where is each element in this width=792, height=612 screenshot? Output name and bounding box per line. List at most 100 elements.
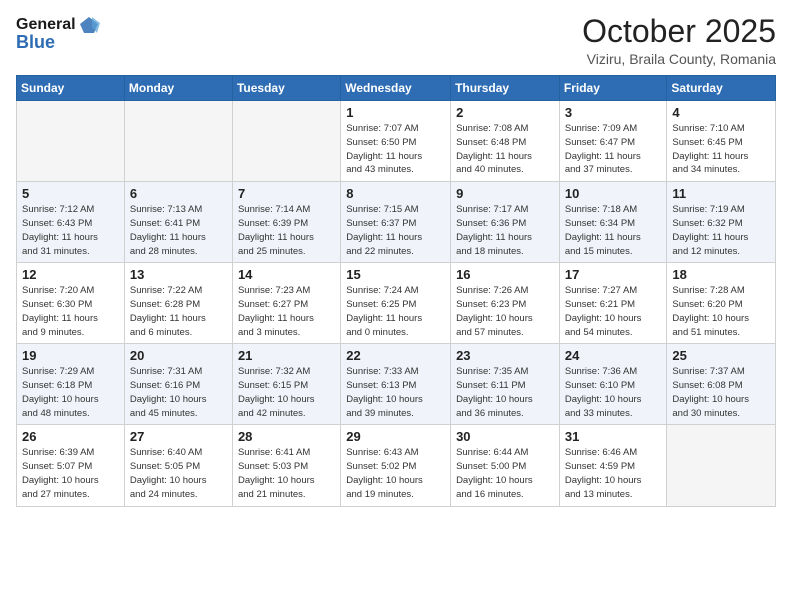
day-cell-2-6: 18Sunrise: 7:28 AM Sunset: 6:20 PM Dayli…: [667, 263, 776, 344]
header-saturday: Saturday: [667, 76, 776, 101]
day-number: 14: [238, 267, 335, 282]
day-info: Sunrise: 7:31 AM Sunset: 6:16 PM Dayligh…: [130, 365, 227, 420]
day-cell-1-5: 10 Sunrise: 7:18 AM Sunset: 6:34 PM Dayli…: [559, 182, 667, 263]
day-info: Sunrise: 7:22 AM Sunset: 6:28 PM Dayligh…: [130, 284, 227, 339]
day-cell-4-5: 31 Sunrise: 6:46 AM Sunset: 4:59 PM Dayli…: [559, 425, 667, 506]
calendar: Sunday Monday Tuesday Wednesday Thursday…: [16, 75, 776, 506]
day-cell-4-4: 30 Sunrise: 6:44 AM Sunset: 5:00 PM Dayli…: [451, 425, 560, 506]
day-number: 7: [238, 186, 335, 201]
day-cell-2-2: 14 Sunrise: 7:23 AM Sunset: 6:27 PM Dayli…: [232, 263, 340, 344]
day-info: Sunrise: 7:13 AM Sunset: 6:41 PM Dayligh…: [130, 203, 227, 258]
day-cell-1-1: 6 Sunrise: 7:13 AM Sunset: 6:41 PM Daylig…: [124, 182, 232, 263]
day-info: Sunrise: 7:12 AM Sunset: 6:43 PM Dayligh…: [22, 203, 119, 258]
day-number: 25: [672, 348, 770, 363]
day-cell-1-6: 11 Sunrise: 7:19 AM Sunset: 6:32 PM Dayli…: [667, 182, 776, 263]
day-cell-0-4: 2 Sunrise: 7:08 AM Sunset: 6:48 PM Daylig…: [451, 101, 560, 182]
day-cell-2-0: 12 Sunrise: 7:20 AM Sunset: 6:30 PM Dayli…: [17, 263, 125, 344]
week-row-1: 5 Sunrise: 7:12 AM Sunset: 6:43 PM Daylig…: [17, 182, 776, 263]
day-number: 27: [130, 429, 227, 444]
day-info: Sunrise: 7:29 AM Sunset: 6:18 PM Dayligh…: [22, 365, 119, 420]
day-info: Sunrise: 7:32 AM Sunset: 6:15 PM Dayligh…: [238, 365, 335, 420]
day-number: 12: [22, 267, 119, 282]
day-info: Sunrise: 7:14 AM Sunset: 6:39 PM Dayligh…: [238, 203, 335, 258]
day-number: 6: [130, 186, 227, 201]
location: Viziru, Braila County, Romania: [582, 51, 776, 67]
day-number: 1: [346, 105, 445, 120]
day-cell-1-2: 7 Sunrise: 7:14 AM Sunset: 6:39 PM Daylig…: [232, 182, 340, 263]
day-number: 22: [346, 348, 445, 363]
day-cell-1-0: 5 Sunrise: 7:12 AM Sunset: 6:43 PM Daylig…: [17, 182, 125, 263]
day-info: Sunrise: 7:17 AM Sunset: 6:36 PM Dayligh…: [456, 203, 554, 258]
header-thursday: Thursday: [451, 76, 560, 101]
day-number: 2: [456, 105, 554, 120]
day-cell-3-5: 24 Sunrise: 7:36 AM Sunset: 6:10 PM Dayli…: [559, 344, 667, 425]
day-number: 23: [456, 348, 554, 363]
day-cell-2-3: 15 Sunrise: 7:24 AM Sunset: 6:25 PM Dayli…: [341, 263, 451, 344]
day-info: Sunrise: 6:41 AM Sunset: 5:03 PM Dayligh…: [238, 446, 335, 501]
day-info: Sunrise: 7:10 AM Sunset: 6:45 PM Dayligh…: [672, 122, 770, 177]
day-info: Sunrise: 7:36 AM Sunset: 6:10 PM Dayligh…: [565, 365, 662, 420]
page: General Blue October 2025 Viziru, Braila…: [0, 0, 792, 612]
day-info: Sunrise: 6:39 AM Sunset: 5:07 PM Dayligh…: [22, 446, 119, 501]
day-cell-1-3: 8 Sunrise: 7:15 AM Sunset: 6:37 PM Daylig…: [341, 182, 451, 263]
day-info: Sunrise: 7:35 AM Sunset: 6:11 PM Dayligh…: [456, 365, 554, 420]
day-cell-0-6: 4 Sunrise: 7:10 AM Sunset: 6:45 PM Daylig…: [667, 101, 776, 182]
day-info: Sunrise: 7:18 AM Sunset: 6:34 PM Dayligh…: [565, 203, 662, 258]
day-cell-3-1: 20Sunrise: 7:31 AM Sunset: 6:16 PM Dayli…: [124, 344, 232, 425]
week-row-2: 12 Sunrise: 7:20 AM Sunset: 6:30 PM Dayli…: [17, 263, 776, 344]
day-info: Sunrise: 7:15 AM Sunset: 6:37 PM Dayligh…: [346, 203, 445, 258]
day-info: Sunrise: 7:24 AM Sunset: 6:25 PM Dayligh…: [346, 284, 445, 339]
day-cell-0-2: [232, 101, 340, 182]
day-number: 4: [672, 105, 770, 120]
weekday-header-row: Sunday Monday Tuesday Wednesday Thursday…: [17, 76, 776, 101]
week-row-4: 26Sunrise: 6:39 AM Sunset: 5:07 PM Dayli…: [17, 425, 776, 506]
day-cell-3-2: 21 Sunrise: 7:32 AM Sunset: 6:15 PM Dayli…: [232, 344, 340, 425]
day-cell-3-0: 19 Sunrise: 7:29 AM Sunset: 6:18 PM Dayli…: [17, 344, 125, 425]
header: General Blue October 2025 Viziru, Braila…: [16, 14, 776, 67]
header-tuesday: Tuesday: [232, 76, 340, 101]
day-cell-0-0: [17, 101, 125, 182]
day-number: 31: [565, 429, 662, 444]
day-cell-1-4: 9Sunrise: 7:17 AM Sunset: 6:36 PM Daylig…: [451, 182, 560, 263]
day-info: Sunrise: 7:08 AM Sunset: 6:48 PM Dayligh…: [456, 122, 554, 177]
title-block: October 2025 Viziru, Braila County, Roma…: [582, 14, 776, 67]
day-number: 5: [22, 186, 119, 201]
day-cell-2-5: 17 Sunrise: 7:27 AM Sunset: 6:21 PM Dayli…: [559, 263, 667, 344]
day-number: 8: [346, 186, 445, 201]
day-info: Sunrise: 6:44 AM Sunset: 5:00 PM Dayligh…: [456, 446, 554, 501]
day-number: 29: [346, 429, 445, 444]
week-row-0: 1Sunrise: 7:07 AM Sunset: 6:50 PM Daylig…: [17, 101, 776, 182]
month-title: October 2025: [582, 14, 776, 49]
logo: General Blue: [16, 14, 100, 53]
day-number: 10: [565, 186, 662, 201]
day-number: 15: [346, 267, 445, 282]
day-info: Sunrise: 7:28 AM Sunset: 6:20 PM Dayligh…: [672, 284, 770, 339]
day-number: 30: [456, 429, 554, 444]
day-cell-4-6: [667, 425, 776, 506]
day-number: 21: [238, 348, 335, 363]
day-info: Sunrise: 7:20 AM Sunset: 6:30 PM Dayligh…: [22, 284, 119, 339]
day-info: Sunrise: 6:40 AM Sunset: 5:05 PM Dayligh…: [130, 446, 227, 501]
day-cell-4-2: 28 Sunrise: 6:41 AM Sunset: 5:03 PM Dayli…: [232, 425, 340, 506]
day-info: Sunrise: 6:43 AM Sunset: 5:02 PM Dayligh…: [346, 446, 445, 501]
day-number: 13: [130, 267, 227, 282]
header-monday: Monday: [124, 76, 232, 101]
day-number: 19: [22, 348, 119, 363]
day-cell-3-4: 23 Sunrise: 7:35 AM Sunset: 6:11 PM Dayli…: [451, 344, 560, 425]
day-number: 28: [238, 429, 335, 444]
day-info: Sunrise: 7:09 AM Sunset: 6:47 PM Dayligh…: [565, 122, 662, 177]
day-info: Sunrise: 6:46 AM Sunset: 4:59 PM Dayligh…: [565, 446, 662, 501]
day-cell-0-1: [124, 101, 232, 182]
day-cell-3-6: 25 Sunrise: 7:37 AM Sunset: 6:08 PM Dayli…: [667, 344, 776, 425]
day-number: 17: [565, 267, 662, 282]
day-cell-4-3: 29 Sunrise: 6:43 AM Sunset: 5:02 PM Dayli…: [341, 425, 451, 506]
day-number: 24: [565, 348, 662, 363]
header-wednesday: Wednesday: [341, 76, 451, 101]
day-cell-4-0: 26Sunrise: 6:39 AM Sunset: 5:07 PM Dayli…: [17, 425, 125, 506]
day-info: Sunrise: 7:37 AM Sunset: 6:08 PM Dayligh…: [672, 365, 770, 420]
day-info: Sunrise: 7:27 AM Sunset: 6:21 PM Dayligh…: [565, 284, 662, 339]
day-number: 11: [672, 186, 770, 201]
day-info: Sunrise: 7:19 AM Sunset: 6:32 PM Dayligh…: [672, 203, 770, 258]
header-sunday: Sunday: [17, 76, 125, 101]
day-info: Sunrise: 7:23 AM Sunset: 6:27 PM Dayligh…: [238, 284, 335, 339]
